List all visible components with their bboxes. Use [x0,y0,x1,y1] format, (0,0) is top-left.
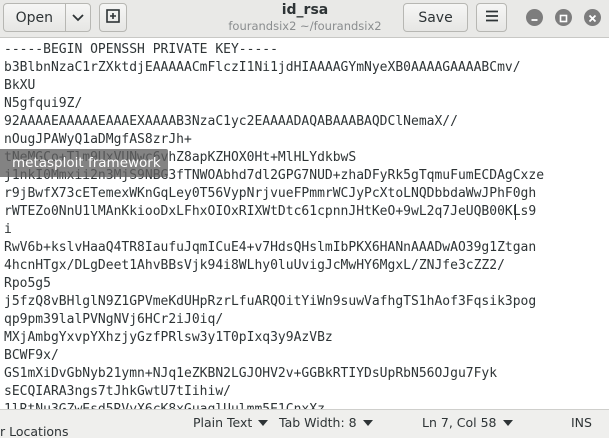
window-title-block: id_rsa fourandsix2 ~/fourandsix2 [200,2,410,34]
minimize-button[interactable] [526,9,543,26]
maximize-button[interactable] [555,9,572,26]
text-line: GS1mXiDvGbNyb21ymn+NJq1eZKBN2LGJOHV2v+GG… [4,366,498,381]
maximize-icon [559,8,568,27]
window-subtitle: fourandsix2 ~/fourandsix2 [228,19,382,33]
hamburger-icon [485,10,499,26]
close-icon [588,8,597,27]
text-line: 1lRtNu3GZwEsd5RVyX6cK8xGuaqlUulmm5E1CnxX… [4,401,325,409]
header-bar: Open id_rsa fourandsix2 ~/fourandsix2 Sa… [0,0,609,38]
text-line: rWTEZo0NnU1lMAnKkiooDxLFhxOIOxRIXWtDtc61… [4,204,537,219]
text-line: nOugJPAWyQ1aDMgfAS8zrJh+ [4,132,192,147]
menu-button[interactable] [476,3,507,32]
cursor-position-selector[interactable]: Ln 7, Col 58 [422,415,513,430]
window-title: id_rsa [281,2,329,18]
insert-mode-label: INS [571,415,592,430]
text-line: i [4,222,12,237]
text-line: r9jBwfX73cETemexWKnGqLey0T56VypNrjvueFPm… [4,186,537,201]
tab-width-label: Tab Width: 8 [279,415,357,430]
text-line: b3BlbnNzaC1rZXktdjEAAAAACmFlczI1Ni1jdHIA… [4,60,521,75]
new-tab-icon [106,8,120,27]
text-line: 4hcnHTgx/DLgDeet1AhvBBsVjk94i8WLhy0luUvi… [4,258,505,273]
cursor-position-label: Ln 7, Col 58 [422,415,497,430]
text-line: RwV6b+kslvHaaQ4TR8IaufuJqmICuE4+v7HdsQHs… [4,240,537,255]
new-tab-button[interactable] [99,3,127,32]
language-label: Plain Text [193,415,253,430]
text-line: -----BEGIN OPENSSH PRIVATE KEY----- [4,42,278,57]
close-button[interactable] [584,9,601,26]
tab-width-selector[interactable]: Tab Width: 8 [279,415,373,430]
open-button[interactable]: Open [4,10,65,26]
text-line: BCWF9x/ [4,348,59,363]
text-line: j5fzQ8vBHlglN9Z1GPVmeKdUHpRzrLfuARQOitYi… [4,294,537,309]
language-selector[interactable]: Plain Text [193,415,269,430]
text-line: Rpo5g5 [4,276,51,291]
chevron-down-icon [502,419,513,426]
text-line: sECQIARA3ngs7tJhkGwtU7tIihiw/ [4,384,231,399]
chevron-down-icon [362,419,373,426]
text-editor-area[interactable]: -----BEGIN OPENSSH PRIVATE KEY----- b3Blb… [0,38,609,409]
open-button-group[interactable]: Open [3,3,91,32]
text-line: MXjAmbgYxvpYXhzjyGzfPRlsw3y1T0pIxq3y9AzV… [4,330,333,345]
text-caret [515,204,516,220]
insert-mode-indicator[interactable]: INS [571,415,592,430]
text-line: qp9pm39lalPVNgNVj6HCr2iJ0iq/ [4,312,224,327]
chevron-down-icon [258,419,269,426]
text-line: BkXU [4,78,36,93]
status-bar: r Locations Plain Text Tab Width: 8 Ln 7… [0,409,609,439]
metasploit-tooltip: metasploit framework [0,149,168,177]
save-button[interactable]: Save [403,3,468,32]
locations-label: r Locations [0,424,69,439]
minimize-icon [530,8,539,27]
text-line: 92AAAAEAAAAAEAAAEXAAAAB3NzaC1yc2EAAAADAQ… [4,114,458,129]
text-line: N5gfqui9Z/ [4,96,83,111]
chevron-down-icon[interactable] [66,13,90,22]
